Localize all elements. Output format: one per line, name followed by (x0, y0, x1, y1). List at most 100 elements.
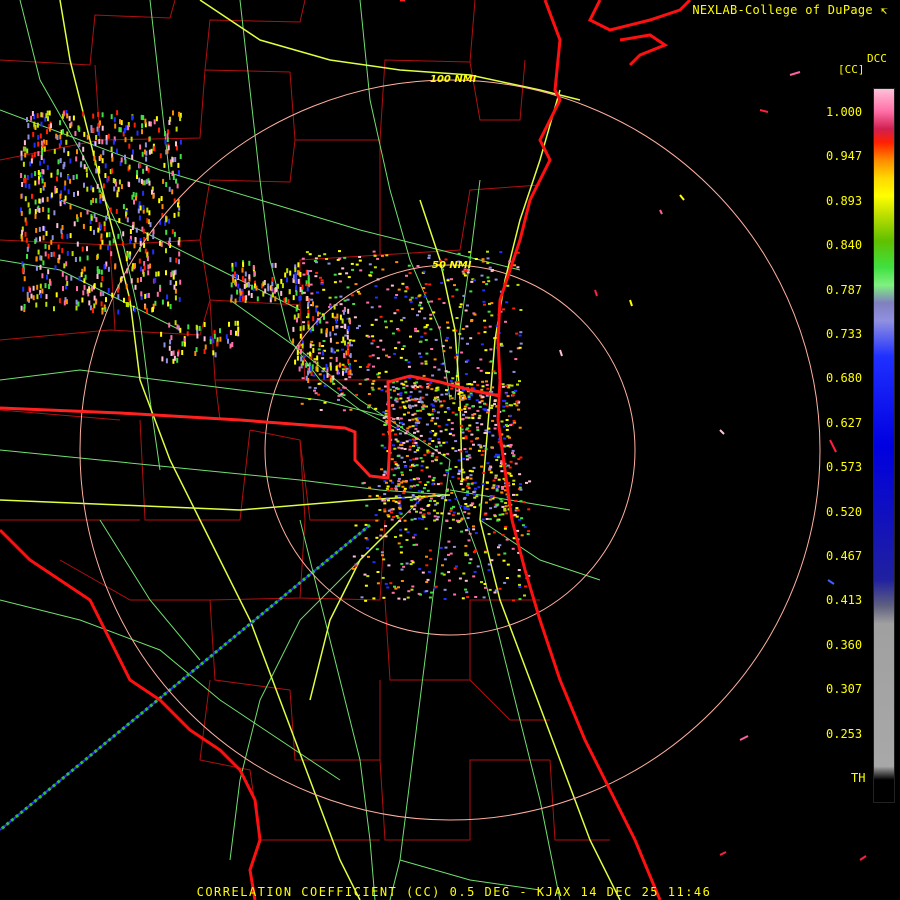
echo-pixel (418, 498, 422, 501)
echo-pixel (253, 271, 256, 277)
echo-pixel (99, 154, 102, 160)
scale-tick-label: 1.000 (826, 105, 863, 119)
echo-pixel (383, 446, 387, 449)
echo-pixel (133, 199, 135, 205)
echo-pixel (302, 321, 306, 324)
echo-pixel (518, 586, 522, 589)
echo-pixel (110, 251, 113, 257)
echo-pixel (142, 271, 145, 277)
echo-pixel (399, 397, 403, 400)
echo-pixel (345, 272, 349, 275)
echo-pixel (250, 293, 253, 298)
echo-pixel (458, 577, 462, 580)
echo-pixel (107, 133, 110, 139)
echo-pixel (20, 155, 23, 161)
echo-pixel (237, 331, 240, 337)
echo-pixel (414, 424, 418, 427)
echo-pixel (390, 404, 394, 407)
echo-pixel (480, 274, 484, 277)
echo-pixel (352, 303, 356, 305)
echo-pixel (327, 262, 331, 265)
echo-pixel (34, 124, 37, 130)
echo-pixel (216, 341, 219, 347)
echo-pixel (411, 585, 415, 588)
echo-pixel (314, 392, 318, 395)
echo-pixel (490, 360, 493, 363)
echo-pixel (427, 442, 431, 445)
echo-pixel (165, 182, 168, 187)
radar-map[interactable]: 50 NMI 100 NMI (0, 0, 900, 900)
echo-pixel (256, 296, 259, 302)
echo-pixel (476, 384, 480, 387)
echo-pixel (45, 301, 48, 307)
echo-pixel (413, 498, 417, 501)
echo-pixel (463, 496, 467, 499)
scale-tick-label: TH (851, 771, 866, 785)
echo-pixel (418, 568, 422, 571)
echo-pixel (411, 418, 415, 421)
echo-pixel (80, 272, 83, 278)
echo-pixel (34, 209, 37, 214)
echo-pixel (173, 212, 176, 218)
echo-pixel (433, 519, 437, 522)
echo-pixel (426, 489, 430, 492)
echo-pixel (323, 374, 326, 380)
echo-pixel (418, 310, 421, 313)
echo-pixel (132, 149, 134, 155)
echo-pixel (392, 474, 396, 477)
echo-pixel (344, 324, 347, 329)
echo-pixel (482, 445, 486, 447)
echo-pixel (415, 543, 419, 546)
echo-pixel (403, 598, 407, 601)
scale-tick-label: 0.680 (826, 371, 863, 386)
echo-pixel (321, 345, 325, 347)
echo-pixel (36, 294, 39, 300)
echo-pixel (323, 384, 327, 387)
echo-pixel (165, 248, 167, 254)
echo-pixel (350, 294, 354, 297)
echo-pixel (457, 477, 461, 480)
echo-pixel (404, 290, 408, 293)
echo-pixel (484, 349, 488, 352)
echo-pixel (463, 407, 467, 410)
echo-pixel (342, 309, 345, 315)
echo-pixel (169, 339, 172, 345)
echo-pixel (474, 487, 477, 490)
echo-pixel (485, 481, 489, 484)
echo-pixel (397, 329, 401, 332)
echo-pixel (397, 446, 401, 449)
echo-pixel (460, 428, 464, 431)
echo-pixel (148, 180, 151, 186)
echo-pixel (305, 251, 309, 254)
echo-pixel (94, 141, 97, 147)
echo-pixel (307, 324, 310, 330)
echo-pixel (415, 444, 419, 447)
echo-pixel (487, 430, 491, 433)
echo-pixel (508, 260, 512, 263)
echo-pixel (111, 168, 114, 174)
echo-pixel (314, 275, 318, 278)
echo-pixel (299, 295, 302, 301)
echo-pixel (523, 594, 526, 597)
echo-pixel (460, 480, 464, 483)
echo-pixel (404, 359, 408, 362)
echo-pixel (101, 309, 104, 315)
echo-pixel (55, 292, 58, 298)
echo-pixel (120, 184, 123, 190)
echo-pixel (313, 387, 317, 390)
echo-pixel (468, 447, 472, 450)
echo-pixel (500, 344, 504, 347)
echo-pixel (92, 308, 94, 313)
echo-pixel (479, 369, 483, 372)
echo-pixel (312, 374, 316, 377)
echo-pixel (386, 586, 390, 589)
echo-pixel (376, 257, 380, 260)
echo-pixel (41, 273, 44, 279)
echo-pixel (323, 253, 327, 256)
echo-pixel (424, 360, 428, 363)
echo-pixel (399, 356, 403, 359)
echo-pixel (456, 380, 460, 383)
echo-pixel (398, 517, 402, 520)
echo-pixel (441, 345, 445, 348)
echo-pixel (62, 286, 64, 291)
